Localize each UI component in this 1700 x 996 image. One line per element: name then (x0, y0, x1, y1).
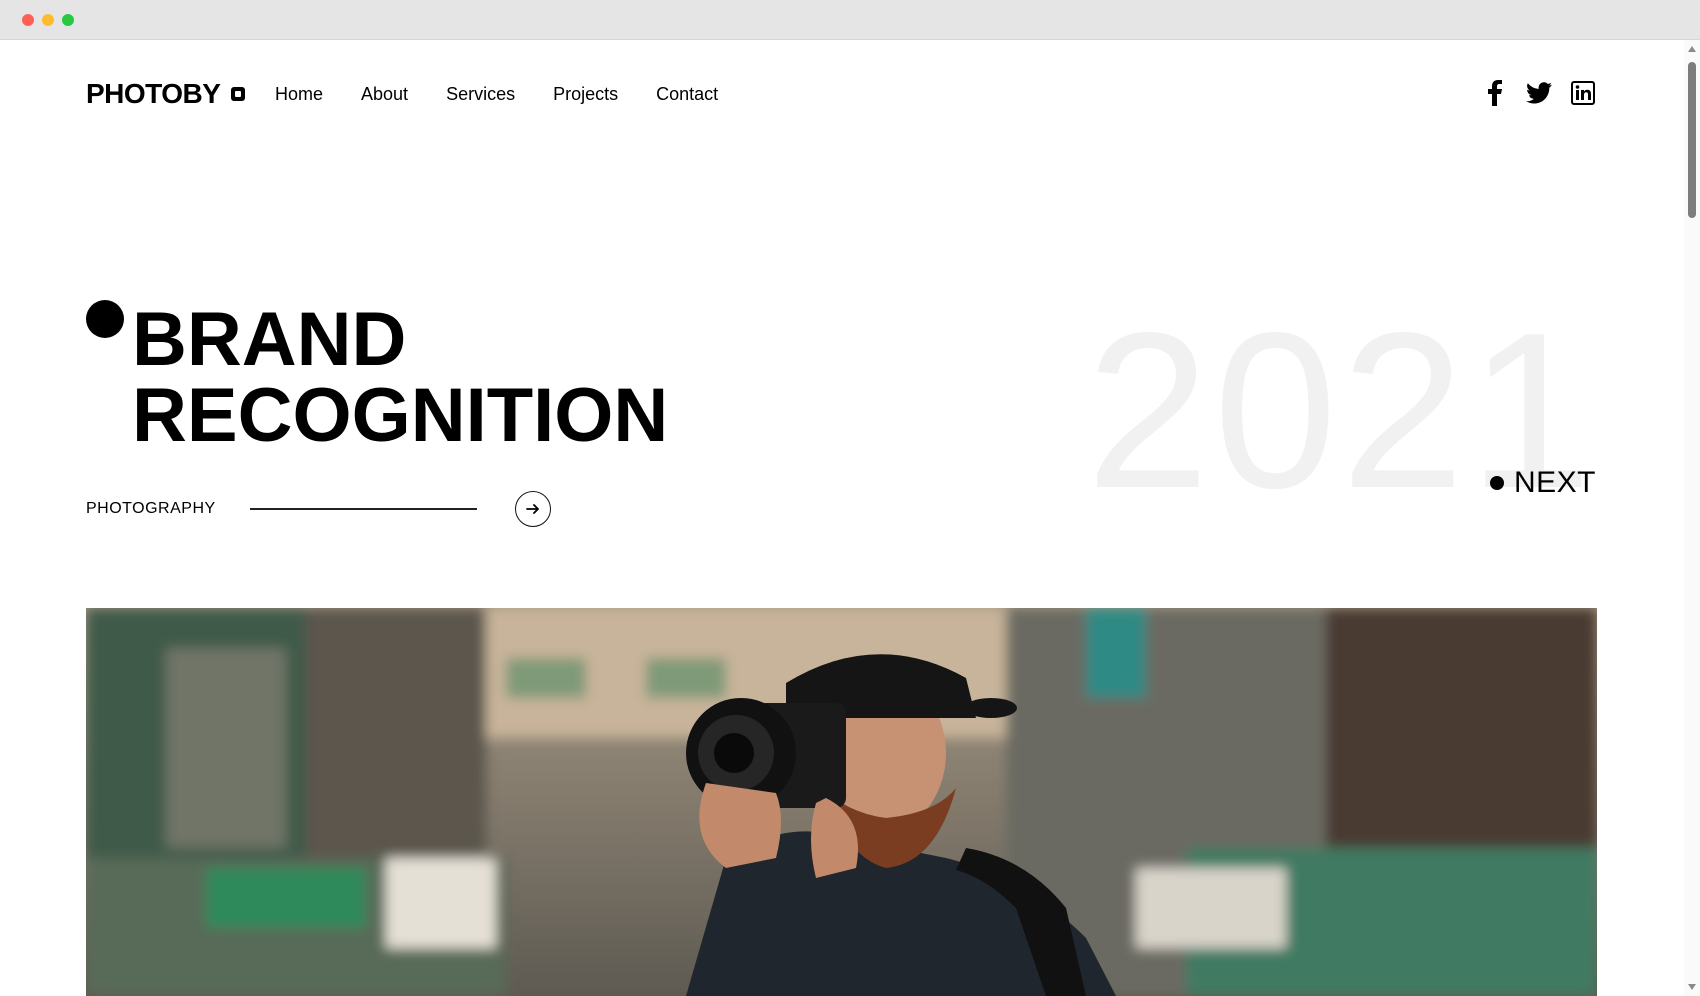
window-titlebar (0, 0, 1700, 40)
logo-mark-icon (231, 87, 246, 101)
next-dot-icon (1489, 476, 1504, 490)
photographer-image (86, 608, 1597, 996)
nav-contact-link[interactable]: Contact (656, 84, 718, 105)
hero-title-line-2: RECOGNITION (132, 373, 669, 458)
nav-services-link[interactable]: Services (446, 84, 515, 105)
scroll-thumb[interactable] (1688, 62, 1696, 218)
category-divider (250, 508, 477, 510)
category-label: PHOTOGRAPHY (86, 500, 216, 517)
hero-title-line-1: BRAND (132, 297, 407, 382)
minimize-window-button[interactable] (42, 14, 54, 26)
facebook-icon[interactable] (1482, 80, 1508, 106)
vertical-scrollbar[interactable] (1684, 40, 1700, 996)
social-links (1482, 80, 1596, 106)
nav-home-link[interactable]: Home (275, 84, 323, 105)
hero-bullet-dot (86, 300, 124, 338)
close-window-button[interactable] (22, 14, 34, 26)
scroll-down-arrow-icon[interactable] (1688, 984, 1696, 990)
page-viewport: PHOTOBY Home About Services Projects Con… (0, 40, 1684, 996)
hero-title: BRAND RECOGNITION (132, 302, 668, 454)
next-button[interactable]: NEXT (1489, 466, 1596, 500)
nav-projects-link[interactable]: Projects (553, 84, 618, 105)
arrow-right-button[interactable] (515, 491, 551, 527)
brand-logo[interactable]: PHOTOBY (86, 78, 246, 110)
twitter-icon[interactable] (1526, 80, 1552, 106)
maximize-window-button[interactable] (62, 14, 74, 26)
linkedin-icon[interactable] (1570, 80, 1596, 106)
brand-name: PHOTOBY (86, 78, 221, 109)
arrow-right-icon (526, 504, 539, 514)
hero-photo (86, 608, 1597, 996)
main-nav: Home About Services Projects Contact (275, 84, 718, 105)
scroll-up-arrow-icon[interactable] (1688, 46, 1696, 52)
nav-about-link[interactable]: About (361, 84, 408, 105)
next-label: NEXT (1513, 466, 1596, 499)
